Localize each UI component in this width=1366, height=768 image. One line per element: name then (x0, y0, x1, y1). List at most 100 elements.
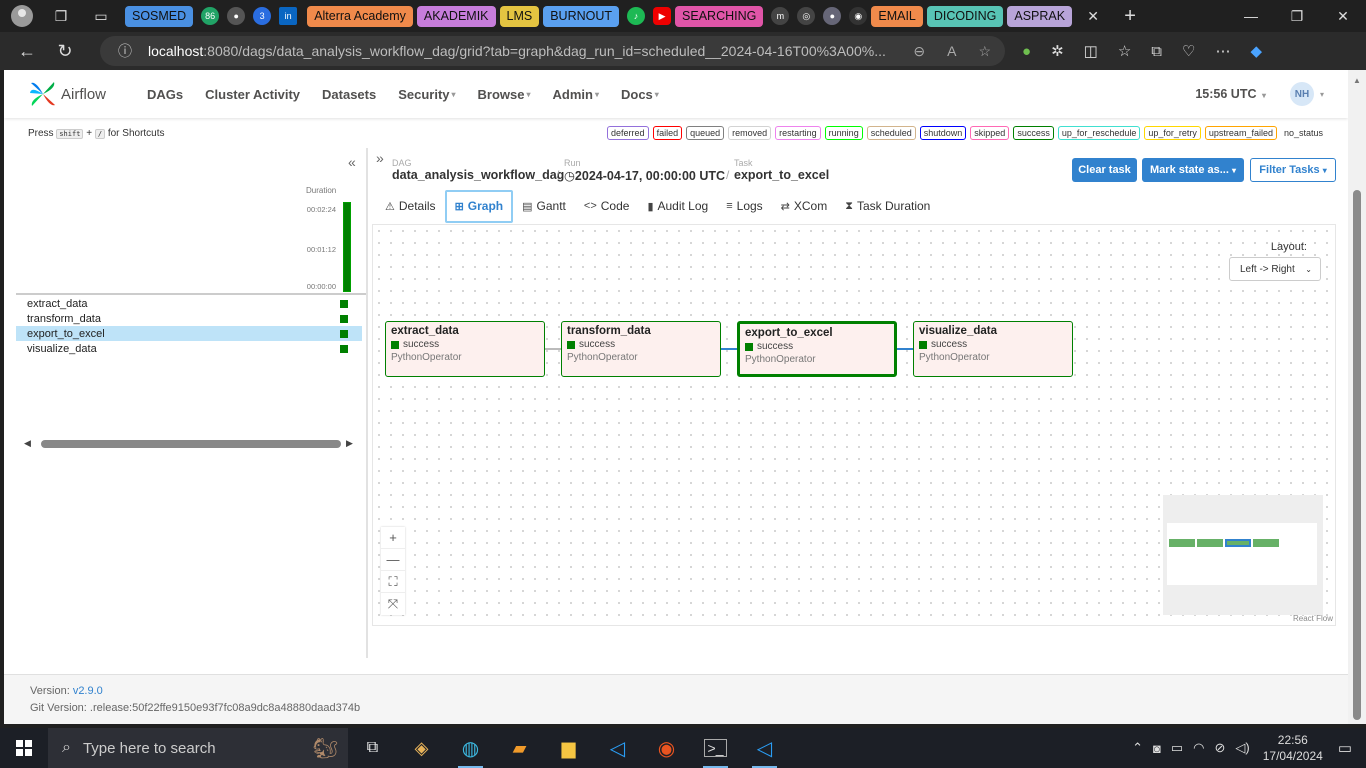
user-menu[interactable]: NH ▾ (1289, 82, 1324, 106)
minimap[interactable] (1163, 495, 1323, 615)
tab-graph[interactable]: ⊞ Graph (444, 189, 514, 223)
split-screen-icon[interactable]: ◫ (1084, 42, 1098, 60)
performance-icon[interactable]: ♡ (1182, 42, 1195, 60)
back-icon[interactable]: ← (10, 36, 44, 66)
tab-icon[interactable]: m (771, 7, 790, 25)
graph-canvas[interactable]: Layout: Left -> Right ⌄ extract_data succ… (372, 224, 1336, 626)
menu-docs[interactable]: Docs ▾ (610, 87, 670, 102)
page-vertical-scrollbar[interactable]: ▲ (1348, 70, 1366, 724)
legend-state-no-status[interactable]: no_status (1280, 127, 1326, 139)
menu-dags[interactable]: DAGs (136, 87, 194, 102)
spotify-icon[interactable]: ♪ (627, 7, 646, 25)
bookmark-count-icon[interactable]: 3 (253, 7, 272, 25)
linkedin-icon[interactable]: in (279, 7, 298, 25)
zoom-in-icon[interactable]: + (381, 527, 405, 549)
start-button[interactable] (0, 728, 48, 768)
vscode-icon[interactable]: ◁ (593, 728, 642, 768)
edge-browser-icon[interactable]: ◍ (446, 728, 495, 768)
sublime-text-icon[interactable]: ▰ (495, 728, 544, 768)
volume-icon[interactable]: ◁) (1235, 740, 1249, 756)
bookmark-burnout[interactable]: BURNOUT (543, 5, 620, 27)
grid-horizontal-scrollbar[interactable]: ◀ ▶ (24, 438, 358, 450)
legend-state-up-for-retry[interactable]: up_for_retry (1144, 126, 1201, 140)
minimize-icon[interactable]: — (1228, 0, 1274, 32)
tab-icon[interactable]: ◎ (797, 7, 816, 25)
legend-state-queued[interactable]: queued (686, 126, 725, 140)
workspaces-icon[interactable]: ❐ (50, 5, 72, 27)
mark-state-button[interactable]: Mark state as... ▾ (1142, 158, 1244, 182)
tab-xcom[interactable]: ⇄ XCom (772, 190, 837, 222)
copilot-icon[interactable]: ◆ (1250, 42, 1262, 60)
scroll-left-icon[interactable]: ◀ (24, 438, 31, 449)
terminal-icon[interactable]: >_ (691, 728, 740, 768)
utc-clock[interactable]: 15:56 UTC ▾ (1195, 87, 1266, 101)
chevron-up-icon[interactable]: ⌃ (1132, 740, 1143, 756)
breadcrumb-run[interactable]: ◷2024-04-17, 00:00:00 UTC (564, 168, 725, 183)
bookmark-badge-icon[interactable]: 86 (201, 7, 220, 25)
favorite-star-icon[interactable]: ☆ (978, 43, 991, 60)
graph-node-transform-data[interactable]: transform_data success PythonOperator (561, 321, 721, 377)
extension-icon[interactable]: ● (1022, 43, 1031, 60)
legend-state-removed[interactable]: removed (728, 126, 772, 140)
bookmark-searching[interactable]: SEARCHING (675, 5, 764, 27)
layout-select[interactable]: Left -> Right ⌄ (1229, 257, 1321, 281)
taskbar-clock[interactable]: 22:56 17/04/2024 (1263, 732, 1323, 764)
legend-state-shutdown[interactable]: shutdown (919, 126, 967, 140)
collapse-grid-icon[interactable]: « (348, 154, 356, 170)
filter-tasks-button[interactable]: Filter Tasks ▾ (1250, 158, 1336, 182)
scrollbar-thumb[interactable] (1353, 190, 1361, 720)
close-window-icon[interactable]: ✕ (1320, 0, 1366, 32)
run-duration-bar[interactable] (343, 202, 351, 292)
tab-logs[interactable]: ≡ Logs (717, 190, 771, 222)
more-menu-icon[interactable]: ⋯ (1215, 42, 1230, 60)
bookmark-asprak[interactable]: ASPRAK (1007, 5, 1073, 27)
refresh-icon[interactable]: ↻ (48, 36, 82, 66)
bookmark-dicoding[interactable]: DICODING (926, 5, 1004, 27)
version-link[interactable]: v2.9.0 (73, 685, 103, 697)
tab-actions-icon[interactable]: ▭ (90, 5, 112, 27)
profile-icon[interactable] (11, 5, 33, 27)
legend-state-upstream-failed[interactable]: upstream_failed (1204, 126, 1277, 140)
extensions-puzzle-icon[interactable]: ✲ (1051, 42, 1064, 60)
tab-gantt[interactable]: ▤ Gantt (513, 190, 575, 222)
legend-state-skipped[interactable]: skipped (970, 126, 1010, 140)
app-layers-icon[interactable]: ◈ (397, 728, 446, 768)
restore-icon[interactable]: ❐ (1274, 0, 1320, 32)
scroll-up-icon[interactable]: ▲ (1353, 76, 1361, 85)
breadcrumb-dag[interactable]: data_analysis_workflow_dag (392, 168, 564, 182)
collections-icon[interactable]: ⧉ (1151, 43, 1162, 60)
legend-state-up-for-reschedule[interactable]: up_for_reschedule (1057, 126, 1141, 140)
new-tab-icon[interactable]: + (1119, 5, 1141, 27)
clear-task-button[interactable]: Clear task (1072, 158, 1137, 182)
legend-state-running[interactable]: running (824, 126, 863, 140)
network-icon[interactable]: ⊘ (1215, 740, 1226, 756)
favorites-icon[interactable]: ☆ (1118, 42, 1131, 60)
menu-cluster-activity[interactable]: Cluster Activity (194, 87, 311, 102)
taskbar-search[interactable]: ⌕ Type here to search 🐿 (48, 728, 348, 768)
task-row-transform-data[interactable]: transform_data (16, 311, 362, 326)
vscode-insiders-icon[interactable]: ◁ (740, 728, 789, 768)
task-status-square[interactable] (340, 299, 348, 308)
url-field[interactable]: ⓘ localhost:8080/dags/data_analysis_work… (100, 36, 1005, 66)
close-tab-icon[interactable]: ✕ (1082, 5, 1104, 27)
bookmark-lms[interactable]: LMS (499, 5, 540, 27)
fullscreen-icon[interactable]: ⤧ (381, 593, 405, 615)
breadcrumb-task[interactable]: export_to_excel (734, 168, 829, 182)
legend-state-failed[interactable]: failed (652, 126, 683, 140)
tab-task-duration[interactable]: ⧗ Task Duration (836, 190, 939, 222)
github-icon[interactable]: ● (227, 7, 246, 25)
bookmark-sosmed[interactable]: SOSMED (125, 5, 194, 27)
task-status-square[interactable] (340, 329, 348, 338)
info-icon[interactable]: ⓘ (118, 41, 132, 61)
task-row-extract-data[interactable]: extract_data (16, 296, 362, 311)
menu-browse[interactable]: Browse ▾ (467, 87, 542, 102)
menu-admin[interactable]: Admin ▾ (542, 87, 610, 102)
graph-node-export-to-excel[interactable]: export_to_excel success PythonOperator (737, 321, 897, 377)
zoom-icon[interactable]: ⊖ (913, 43, 925, 60)
tab-icon[interactable]: ● (823, 7, 842, 25)
task-status-square[interactable] (340, 314, 348, 323)
camera-icon[interactable]: ◙ (1153, 741, 1161, 756)
tab-details[interactable]: ⚠ Details (376, 190, 445, 222)
react-flow-attribution[interactable]: React Flow (1293, 614, 1333, 623)
legend-state-success[interactable]: success (1013, 126, 1054, 140)
